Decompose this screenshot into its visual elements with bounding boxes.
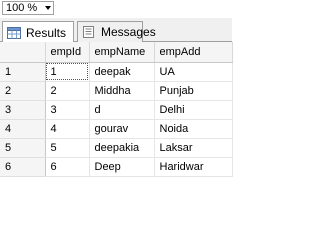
cell-empid[interactable]: 1 xyxy=(45,62,90,82)
cell-empadd[interactable]: Haridwar xyxy=(154,157,233,177)
results-table: empId empName empAdd 1 1 deepak UA 2 2 M… xyxy=(0,42,233,177)
column-header-empid[interactable]: empId xyxy=(45,42,90,63)
tab-results-label: Results xyxy=(26,25,67,40)
table-row: 2 2 Middha Punjab xyxy=(0,81,233,101)
row-number[interactable]: 1 xyxy=(0,62,46,82)
corner-header-cell[interactable] xyxy=(0,42,46,63)
cell-empname[interactable]: Middha xyxy=(89,81,155,101)
zoom-value: 100 % xyxy=(6,2,38,14)
cell-empadd[interactable]: Laksar xyxy=(154,138,233,158)
cell-empid[interactable]: 5 xyxy=(45,138,90,158)
table-row: 6 6 Deep Haridwar xyxy=(0,157,233,177)
document-icon xyxy=(83,26,94,38)
tab-messages-label: Messages xyxy=(101,25,156,39)
cell-empid[interactable]: 4 xyxy=(45,119,90,139)
header-row: empId empName empAdd xyxy=(0,42,233,63)
row-number[interactable]: 3 xyxy=(0,100,46,120)
cell-empadd[interactable]: UA xyxy=(154,62,233,82)
cell-empname[interactable]: deepakia xyxy=(89,138,155,158)
results-tab-bar: Results Messages xyxy=(0,18,232,43)
results-grid[interactable]: empId empName empAdd 1 1 deepak UA 2 2 M… xyxy=(0,42,233,204)
cell-empadd[interactable]: Punjab xyxy=(154,81,233,101)
table-row: 3 3 d Delhi xyxy=(0,100,233,120)
table-row: 4 4 gourav Noida xyxy=(0,119,233,139)
cell-empname[interactable]: Deep xyxy=(89,157,155,177)
column-header-empadd[interactable]: empAdd xyxy=(154,42,233,63)
cell-empid[interactable]: 3 xyxy=(45,100,90,120)
cell-empid[interactable]: 6 xyxy=(45,157,90,177)
row-number[interactable]: 5 xyxy=(0,138,46,158)
table-row: 5 5 deepakia Laksar xyxy=(0,138,233,158)
cell-empid[interactable]: 2 xyxy=(45,81,90,101)
chevron-down-icon[interactable] xyxy=(45,6,51,10)
cell-empname[interactable]: gourav xyxy=(89,119,155,139)
row-number[interactable]: 4 xyxy=(0,119,46,139)
row-number[interactable]: 2 xyxy=(0,81,46,101)
cell-empname[interactable]: d xyxy=(89,100,155,120)
cell-empadd[interactable]: Delhi xyxy=(154,100,233,120)
grid-icon xyxy=(7,26,21,39)
cell-empadd[interactable]: Noida xyxy=(154,119,233,139)
zoom-toolbar: 100 % xyxy=(0,0,232,18)
row-number[interactable]: 6 xyxy=(0,157,46,177)
tab-messages[interactable]: Messages xyxy=(77,21,156,42)
table-row: 1 1 deepak UA xyxy=(0,62,233,82)
tab-results[interactable]: Results xyxy=(2,21,74,43)
zoom-dropdown[interactable]: 100 % xyxy=(2,1,54,15)
cell-empname[interactable]: deepak xyxy=(89,62,155,82)
column-header-empname[interactable]: empName xyxy=(89,42,155,63)
